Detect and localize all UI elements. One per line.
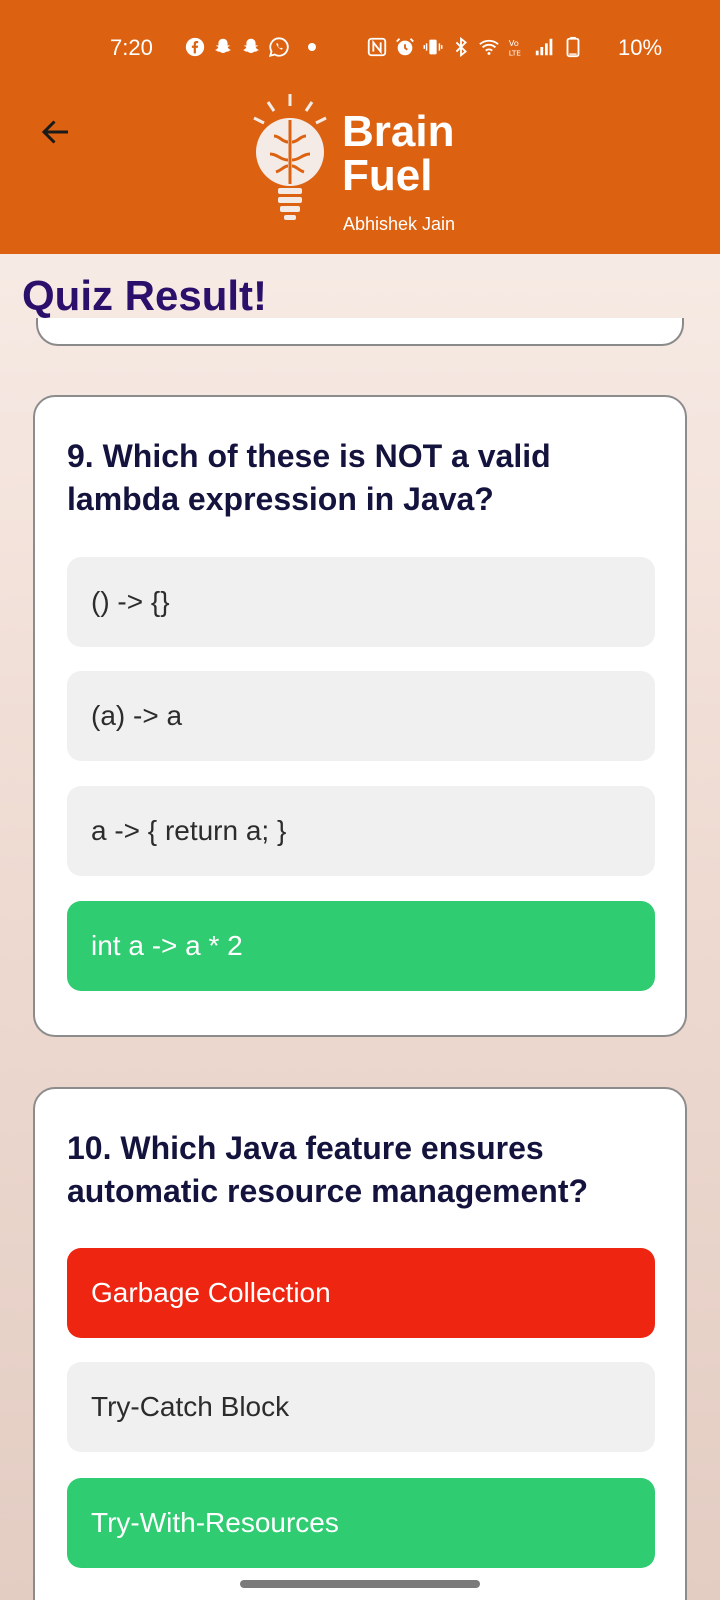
alarm-icon (396, 38, 414, 56)
nfc-icon (367, 37, 387, 57)
snapchat-icon (243, 38, 259, 53)
brand-name: Brain Fuel (342, 110, 454, 198)
brain-bulb-icon (253, 94, 327, 220)
brand-line-2: Fuel (342, 151, 433, 200)
answer-option-wrong[interactable]: Garbage Collection (67, 1248, 655, 1338)
status-system-icons: Vo LTE (366, 36, 584, 58)
svg-text:Vo: Vo (509, 38, 519, 48)
previous-question-card (36, 318, 684, 346)
answer-option[interactable]: (a) -> a (67, 671, 655, 761)
answer-option-correct[interactable]: int a -> a * 2 (67, 901, 655, 991)
brand-logo: Brain Fuel Abhishek Jain (250, 92, 480, 242)
whatsapp-icon (268, 37, 289, 58)
question-card: 10. Which Java feature ensures automatic… (33, 1087, 687, 1600)
svg-text:LTE: LTE (509, 48, 522, 57)
battery-icon (566, 36, 580, 58)
volte-icon: VoLTE (509, 38, 522, 57)
signal-icon (535, 38, 553, 56)
status-time: 7:20 (110, 35, 153, 60)
wifi-icon (479, 39, 499, 55)
home-indicator[interactable] (240, 1580, 480, 1588)
answer-option[interactable]: () -> {} (67, 557, 655, 647)
answer-option[interactable]: Try-Catch Block (67, 1362, 655, 1452)
question-card: 9. Which of these is NOT a valid lambda … (33, 395, 687, 1037)
back-button[interactable] (34, 110, 78, 154)
status-bar: 7:20 Vo LTE 10% (0, 28, 720, 68)
status-notification-icons (184, 36, 316, 58)
bluetooth-icon (455, 36, 467, 58)
brand-line-1: Brain (342, 107, 455, 156)
battery-percentage: 10% (618, 35, 663, 60)
app-header: 7:20 Vo LTE 10% Brain Fuel Abhishek Jain (0, 0, 720, 254)
page-title: Quiz Result! (22, 272, 268, 319)
question-text: 10. Which Java feature ensures automatic… (67, 1130, 589, 1209)
question-text: 9. Which of these is NOT a valid lambda … (67, 438, 551, 517)
vibrate-icon (423, 39, 443, 55)
brand-author: Abhishek Jain (343, 214, 456, 234)
arrow-left-icon (41, 120, 68, 144)
answer-option[interactable]: a -> { return a; } (67, 786, 655, 876)
snapchat-icon (215, 38, 231, 53)
dot-icon (308, 43, 316, 51)
facebook-icon (185, 37, 205, 57)
answer-option-correct[interactable]: Try-With-Resources (67, 1478, 655, 1568)
